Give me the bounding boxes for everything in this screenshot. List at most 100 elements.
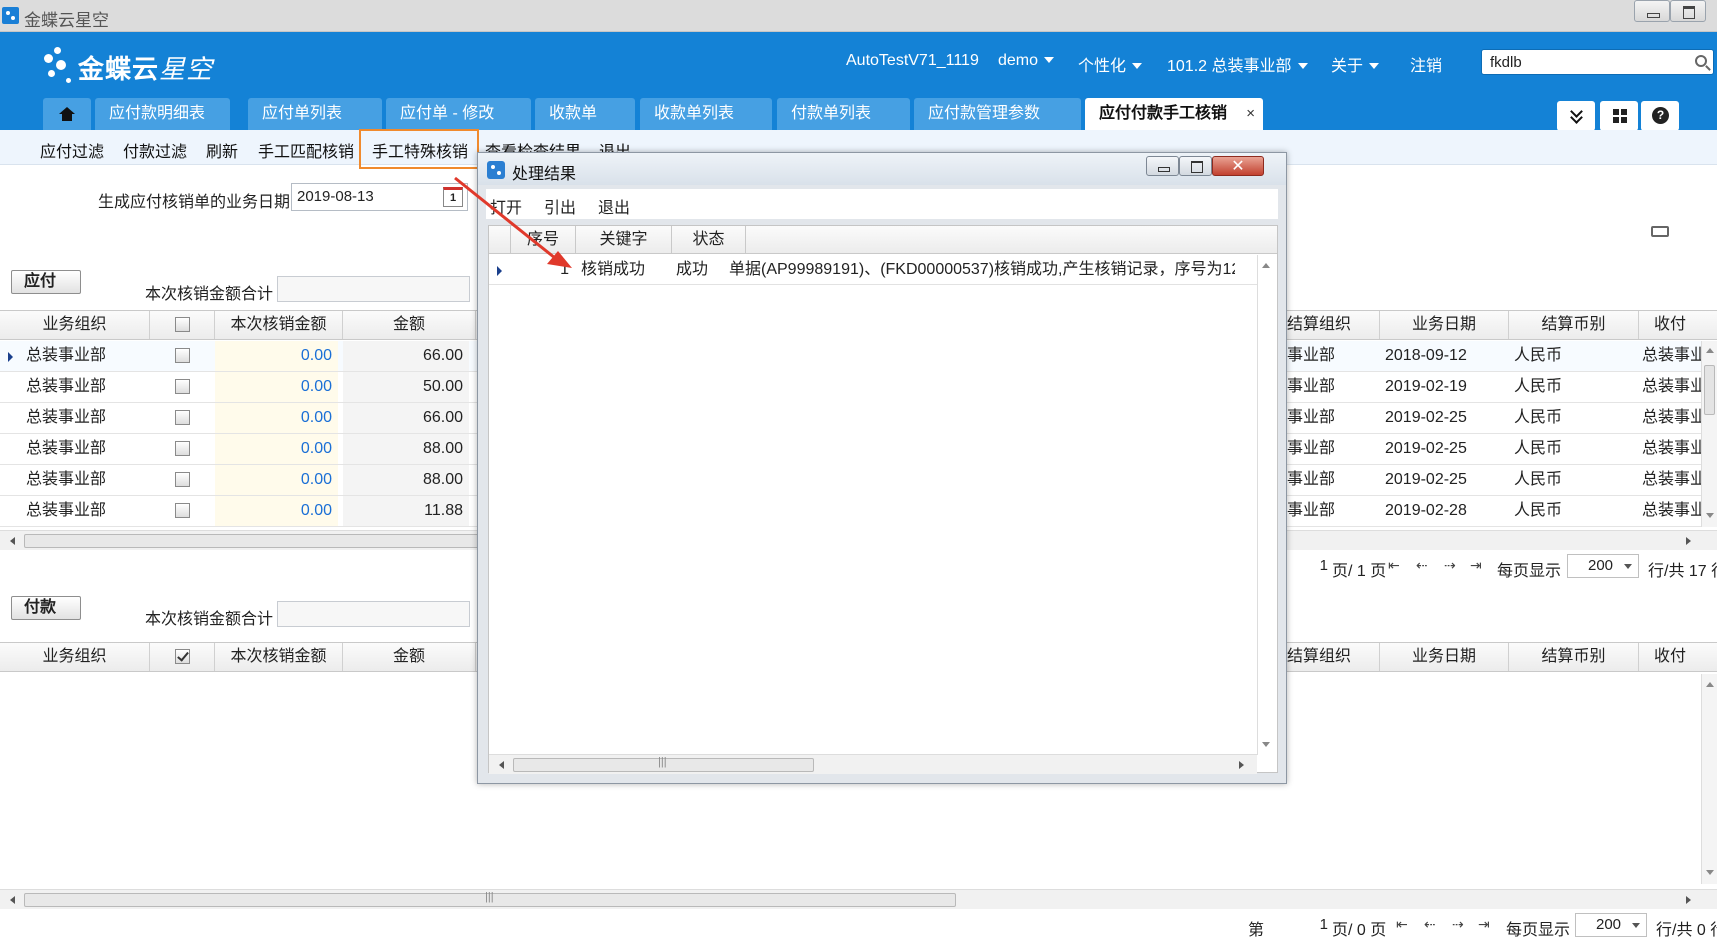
select-all-checkbox[interactable] [174,317,190,333]
tab-receipt-list[interactable]: 收款单列表 [640,98,772,130]
cell-writeoff[interactable]: 0.00 [215,372,338,402]
dialog-row[interactable]: 1 核销成功 成功 单据(AP99989191)、(FKD00000537)核销… [489,255,1259,285]
col-amount[interactable]: 金额 [343,643,476,671]
close-icon[interactable]: × [1246,98,1255,130]
search-icon[interactable] [1695,55,1707,67]
col-currency[interactable]: 结算币别 [1509,311,1639,339]
payable-per-page-select[interactable]: 200 [1567,554,1639,578]
col-writeoff[interactable]: 本次核销金额 [215,643,343,671]
dialog-minimize-button[interactable] [1146,156,1179,176]
dialog-close-button[interactable]: ✕ [1212,156,1264,176]
col-recv[interactable]: 收付 [1639,311,1701,339]
scroll-left-icon[interactable] [10,896,15,904]
last-page-icon[interactable]: ⇥ [1470,557,1482,574]
dialog-col-keyword[interactable]: 关键字 [576,226,672,254]
col-recv[interactable]: 收付 [1639,643,1701,671]
payment-section-button[interactable]: 付款 [11,596,81,620]
payable-page-input[interactable]: 1 [1288,554,1333,578]
nav-org-menu[interactable]: 101.2 总装事业部 [1167,52,1308,76]
col-biz-date[interactable]: 业务日期 [1380,311,1509,339]
prev-page-icon[interactable]: ⇠ [1424,916,1436,933]
payable-section-button[interactable]: 应付 [11,270,81,294]
toolbar-payment-filter[interactable]: 付款过滤 [123,138,187,162]
dialog-vscroll[interactable] [1257,255,1273,755]
scroll-up-icon[interactable] [1262,263,1270,268]
last-page-icon[interactable]: ⇥ [1478,916,1490,933]
payable-hscroll-thumb[interactable] [24,534,494,548]
tab-home[interactable] [43,98,91,130]
scroll-down-icon[interactable] [1706,513,1714,518]
nav-logout-link[interactable]: 注销 [1410,52,1442,76]
payable-vscroll[interactable] [1701,341,1717,527]
row-checkbox[interactable] [175,472,190,488]
app-grid-button[interactable] [1600,101,1638,131]
tab-payment-list[interactable]: 付款单列表 [777,98,910,130]
first-page-icon[interactable]: ⇤ [1388,557,1400,574]
row-checkbox[interactable] [175,348,190,364]
calendar-icon[interactable]: 1 [443,187,463,207]
cell-writeoff[interactable]: 0.00 [215,341,338,371]
row-checkbox[interactable] [175,503,190,519]
payment-page-input[interactable]: 1 [1271,913,1333,937]
col-org[interactable]: 业务组织 [0,311,150,339]
tab-ap-params[interactable]: 应付款管理参数 [914,98,1081,130]
dialog-col-status[interactable]: 状态 [672,226,746,254]
dialog-col-message[interactable] [746,226,1256,254]
collapse-header-button[interactable] [1557,101,1595,131]
nav-account[interactable]: AutoTestV71_1119 [846,52,979,70]
toolbar-manual-match[interactable]: 手工匹配核销 [258,138,354,162]
payment-hscroll[interactable]: ||| [0,889,1717,909]
nav-user-menu[interactable]: demo [998,52,1055,70]
search-input[interactable] [1482,50,1682,74]
scroll-left-icon[interactable] [499,761,504,769]
tab-payable-detail[interactable]: 应付款明细表 [95,98,230,130]
scroll-down-icon[interactable] [1706,870,1714,875]
col-settle-org[interactable]: 结算组织 [1287,311,1380,339]
row-checkbox[interactable] [175,410,190,426]
cell-writeoff[interactable]: 0.00 [215,496,338,526]
dialog-hscroll-thumb[interactable]: ||| [513,756,814,772]
col-select-all[interactable] [150,311,215,339]
cell-writeoff[interactable]: 0.00 [215,465,338,495]
scroll-right-icon[interactable] [1239,761,1244,769]
payment-per-page-select[interactable]: 200 [1575,913,1647,937]
nav-personalize-menu[interactable]: 个性化 [1078,52,1143,76]
scroll-up-icon[interactable] [1706,348,1714,353]
col-currency[interactable]: 结算币别 [1509,643,1639,671]
tab-payable-list[interactable]: 应付单列表 [248,98,382,130]
cell-writeoff[interactable]: 0.00 [215,403,338,433]
dialog-col-seq[interactable]: 序号 [511,226,576,254]
toolbar-ap-filter[interactable]: 应付过滤 [40,138,104,162]
first-page-icon[interactable]: ⇤ [1396,916,1408,933]
col-settle-org[interactable]: 结算组织 [1287,643,1380,671]
payment-vscroll[interactable] [1701,674,1717,884]
cell-writeoff[interactable]: 0.00 [215,434,338,464]
dialog-maximize-button[interactable] [1179,156,1212,176]
nav-about-menu[interactable]: 关于 [1331,52,1380,76]
dialog-title-bar[interactable]: 处理结果 ✕ [478,153,1286,185]
dialog-menu-export[interactable]: 引出 [544,194,576,218]
next-page-icon[interactable]: ⇢ [1452,916,1464,933]
tab-receipt[interactable]: 收款单 [535,98,635,130]
window-restore-button[interactable] [1670,0,1706,22]
row-checkbox[interactable] [175,379,190,395]
col-amount[interactable]: 金额 [343,311,476,339]
col-biz-date[interactable]: 业务日期 [1380,643,1509,671]
scroll-up-icon[interactable] [1706,682,1714,687]
dialog-menu-open[interactable]: 打开 [490,194,522,218]
scroll-down-icon[interactable] [1262,742,1270,747]
window-minimize-button[interactable] [1634,0,1670,22]
restore-grid-icon[interactable] [1651,226,1669,237]
writeoff-date-field[interactable]: 2019-08-13 1 [291,183,468,211]
prev-page-icon[interactable]: ⇠ [1416,557,1428,574]
col-org[interactable]: 业务组织 [0,643,150,671]
toolbar-refresh[interactable]: 刷新 [206,138,238,162]
scroll-right-icon[interactable] [1686,537,1691,545]
dialog-hscroll[interactable]: ||| [489,754,1257,774]
tab-payable-edit[interactable]: 应付单 - 修改 [386,98,531,130]
col-writeoff[interactable]: 本次核销金额 [215,311,343,339]
next-page-icon[interactable]: ⇢ [1444,557,1456,574]
help-button[interactable]: ? [1641,101,1679,131]
scroll-right-icon[interactable] [1686,896,1691,904]
col-select-all[interactable] [150,643,215,671]
